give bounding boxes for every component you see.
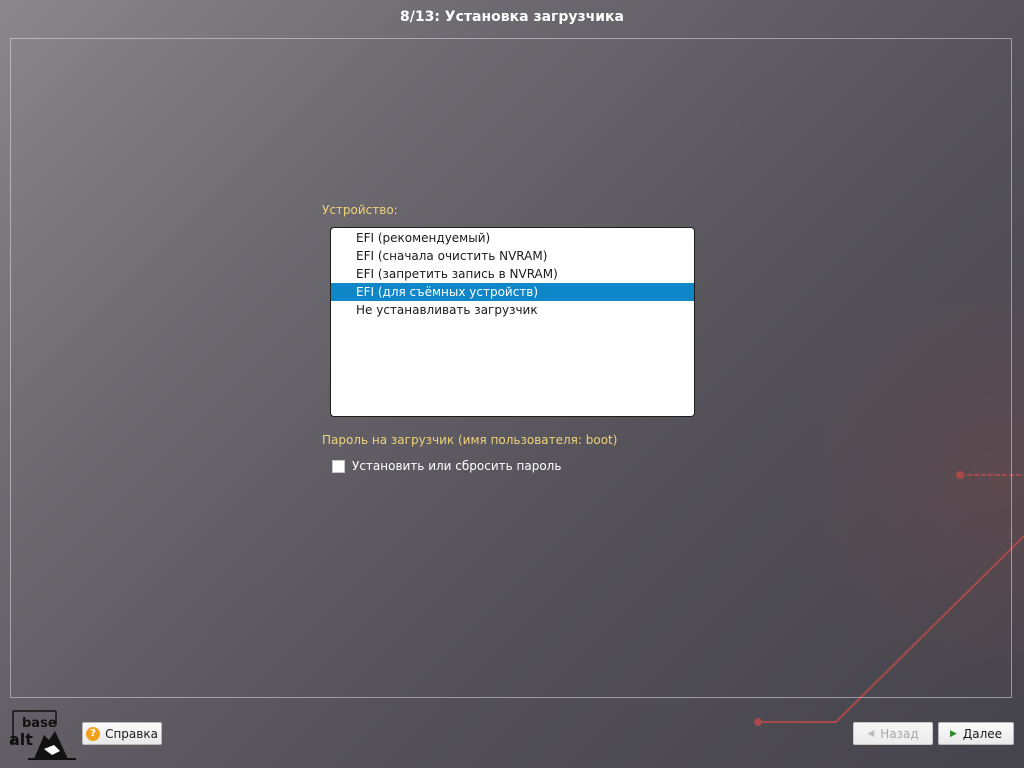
list-item-efi-recommended[interactable]: EFI (рекомендуемый)	[331, 229, 694, 247]
device-label: Устройство:	[322, 203, 398, 217]
chevron-right-icon: ▶	[949, 728, 957, 739]
back-button-label: Назад	[880, 726, 919, 741]
logo-text-base: base	[22, 716, 57, 731]
back-button[interactable]: ◀ Назад	[853, 722, 933, 745]
page-title: 8/13: Установка загрузчика	[400, 9, 624, 25]
help-button[interactable]: ? Справка	[82, 722, 162, 745]
list-item-efi-removable[interactable]: EFI (для съёмных устройств)	[331, 283, 694, 301]
chevron-left-icon: ◀	[867, 728, 875, 739]
set-password-row[interactable]: Установить или сбросить пароль	[332, 458, 561, 474]
logo-text-alt: alt	[9, 730, 33, 749]
set-password-checkbox[interactable]	[332, 459, 345, 473]
list-item-no-bootloader[interactable]: Не устанавливать загрузчик	[331, 301, 694, 319]
device-listbox[interactable]: EFI (рекомендуемый) EFI (сначала очистит…	[330, 227, 695, 417]
next-button[interactable]: ▶ Далее	[938, 722, 1014, 745]
set-password-label[interactable]: Установить или сбросить пароль	[352, 459, 561, 473]
next-button-label: Далее	[962, 726, 1003, 741]
help-icon: ?	[86, 726, 101, 741]
list-item-efi-no-nvram-write[interactable]: EFI (запретить запись в NVRAM)	[331, 265, 694, 283]
basealt-logo: base alt	[9, 710, 76, 760]
password-label: Пароль на загрузчик (имя пользователя: b…	[322, 433, 618, 447]
list-item-efi-clear-nvram[interactable]: EFI (сначала очистить NVRAM)	[331, 247, 694, 265]
help-button-label: Справка	[105, 726, 158, 741]
